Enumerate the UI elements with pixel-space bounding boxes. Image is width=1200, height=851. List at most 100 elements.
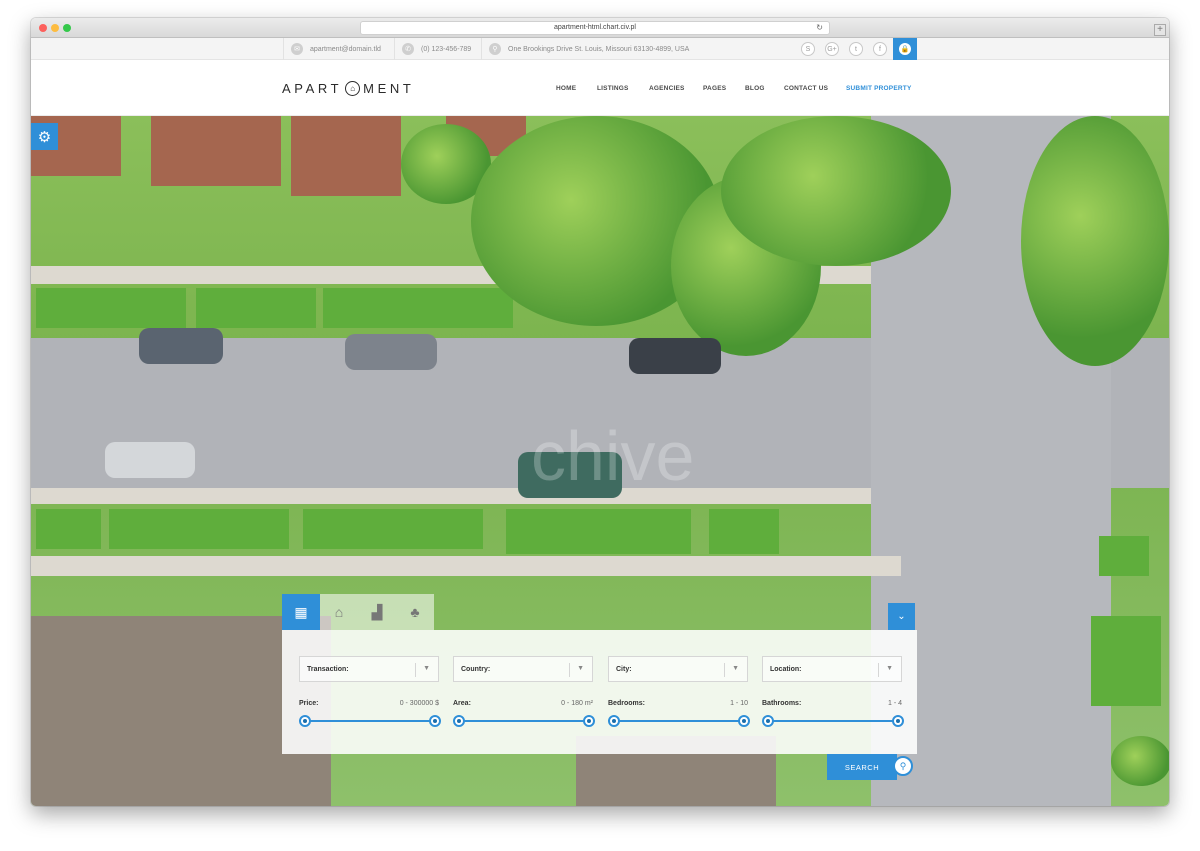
chevron-down-icon: ▼ [886, 665, 893, 672]
twitter-icon[interactable]: t [849, 42, 863, 56]
parked-car [629, 338, 721, 374]
range-label: Bathrooms: [762, 700, 802, 707]
nav-agencies[interactable]: AGENCIES [649, 85, 685, 92]
slider-min-handle[interactable] [608, 715, 620, 727]
browser-chrome: apartment-html.chart.civ.pl ↻ + [31, 18, 1169, 38]
collapse-search-chevron-icon[interactable]: ⌄ [888, 603, 915, 630]
select-label: Location: [770, 666, 802, 673]
logo-text-right: MENT [363, 81, 415, 96]
site-logo[interactable]: APART ⌂ MENT [282, 81, 414, 96]
lawn [709, 509, 779, 554]
slider-max-handle[interactable] [892, 715, 904, 727]
select-divider [415, 663, 416, 677]
slider-track[interactable] [459, 720, 589, 722]
sidewalk [31, 488, 871, 504]
slider-track[interactable] [614, 720, 744, 722]
nav-pages[interactable]: PAGES [703, 85, 726, 92]
transaction-select[interactable]: Transaction: ▼ [299, 656, 439, 682]
lock-icon: 🔒 [899, 43, 911, 55]
lawn [1099, 536, 1149, 576]
slider-track[interactable] [768, 720, 898, 722]
slider-max-handle[interactable] [583, 715, 595, 727]
google-plus-icon[interactable]: G+ [825, 42, 839, 56]
house-icon: ⌂ [345, 81, 361, 96]
lawn [303, 509, 483, 549]
nav-blog[interactable]: BLOG [745, 85, 765, 92]
range-value: 1 - 10 [730, 700, 748, 707]
select-label: Country: [461, 666, 491, 673]
browser-window: apartment-html.chart.civ.pl ↻ + ✉ apartm… [31, 18, 1169, 806]
info-phone[interactable]: ✆ (0) 123-456-789 [394, 38, 471, 60]
slider-max-handle[interactable] [738, 715, 750, 727]
range-value: 1 - 4 [887, 700, 902, 707]
settings-gear-icon[interactable]: ⚙ [31, 123, 58, 150]
house-roof [151, 116, 281, 186]
login-button[interactable]: 🔒 [893, 38, 917, 60]
info-address: ⚲ One Brookings Drive St. Louis, Missour… [481, 38, 689, 60]
slider-max-handle[interactable] [429, 715, 441, 727]
tree [1021, 116, 1169, 366]
nav-listings[interactable]: LISTINGS [597, 85, 629, 92]
country-select[interactable]: Country: ▼ [453, 656, 593, 682]
house-roof [291, 116, 401, 196]
range-value: 0 - 180 m² [561, 700, 593, 707]
range-value: 0 - 300000 $ [399, 700, 439, 707]
minimize-window-button[interactable] [51, 24, 59, 32]
parked-car [139, 328, 223, 364]
video-watermark: chive [531, 417, 695, 495]
range-label: Bedrooms: [608, 700, 645, 707]
lawn [1091, 616, 1161, 706]
tree [721, 116, 951, 266]
zoom-window-button[interactable] [63, 24, 71, 32]
url-text: apartment-html.chart.civ.pl [554, 24, 636, 31]
close-window-button[interactable] [39, 24, 47, 32]
tree [1111, 736, 1169, 786]
chevron-down-icon: ▼ [577, 665, 584, 672]
tab-industrial-icon[interactable]: ▟ [358, 594, 396, 630]
tab-apartment-icon[interactable]: ▦ [282, 594, 320, 630]
hero-aerial-image: chive ⚙ ▦ ⌂ ▟ ♣ ⌄ Transaction: ▼ Country… [31, 116, 1169, 806]
range-label: Area: [453, 700, 471, 707]
slider-min-handle[interactable] [762, 715, 774, 727]
range-label: Price: [299, 700, 319, 707]
select-label: Transaction: [307, 666, 349, 673]
parked-car [105, 442, 195, 478]
select-divider [724, 663, 725, 677]
logo-text-left: APART [282, 81, 343, 96]
skype-icon[interactable]: S [801, 42, 815, 56]
nav-submit-property[interactable]: SUBMIT PROPERTY [846, 85, 911, 92]
address-text: One Brookings Drive St. Louis, Missouri … [508, 45, 690, 53]
parked-car [345, 334, 437, 370]
email-text: apartment@domain.tld [310, 45, 381, 53]
city-select[interactable]: City: ▼ [608, 656, 748, 682]
slider-min-handle[interactable] [453, 715, 465, 727]
envelope-icon: ✉ [291, 43, 303, 55]
search-button[interactable]: SEARCH [827, 754, 897, 780]
lawn [36, 288, 186, 328]
new-tab-button[interactable]: + [1154, 24, 1166, 36]
nav-home[interactable]: HOME [556, 85, 576, 92]
select-divider [878, 663, 879, 677]
facebook-icon[interactable]: f [873, 42, 887, 56]
search-icon[interactable]: ⚲ [893, 756, 913, 776]
address-bar[interactable]: apartment-html.chart.civ.pl ↻ [360, 21, 830, 35]
lawn [196, 288, 316, 328]
info-email[interactable]: ✉ apartment@domain.tld [283, 38, 381, 60]
lawn [109, 509, 289, 549]
sidewalk [31, 556, 901, 576]
location-pin-icon: ⚲ [489, 43, 501, 55]
property-search-panel: Transaction: ▼ Country: ▼ City: ▼ Locati… [282, 630, 917, 754]
tab-house-icon[interactable]: ⌂ [320, 594, 358, 630]
location-select[interactable]: Location: ▼ [762, 656, 902, 682]
nav-contact-us[interactable]: CONTACT US [784, 85, 828, 92]
lawn [36, 509, 101, 549]
tab-land-tree-icon[interactable]: ♣ [396, 594, 434, 630]
reload-icon[interactable]: ↻ [816, 22, 823, 34]
top-info-bar: ✉ apartment@domain.tld ✆ (0) 123-456-789… [31, 38, 1169, 60]
chevron-down-icon: ▼ [732, 665, 739, 672]
lawn [323, 288, 513, 328]
select-label: City: [616, 666, 632, 673]
lawn [506, 509, 691, 554]
slider-track[interactable] [305, 720, 435, 722]
slider-min-handle[interactable] [299, 715, 311, 727]
